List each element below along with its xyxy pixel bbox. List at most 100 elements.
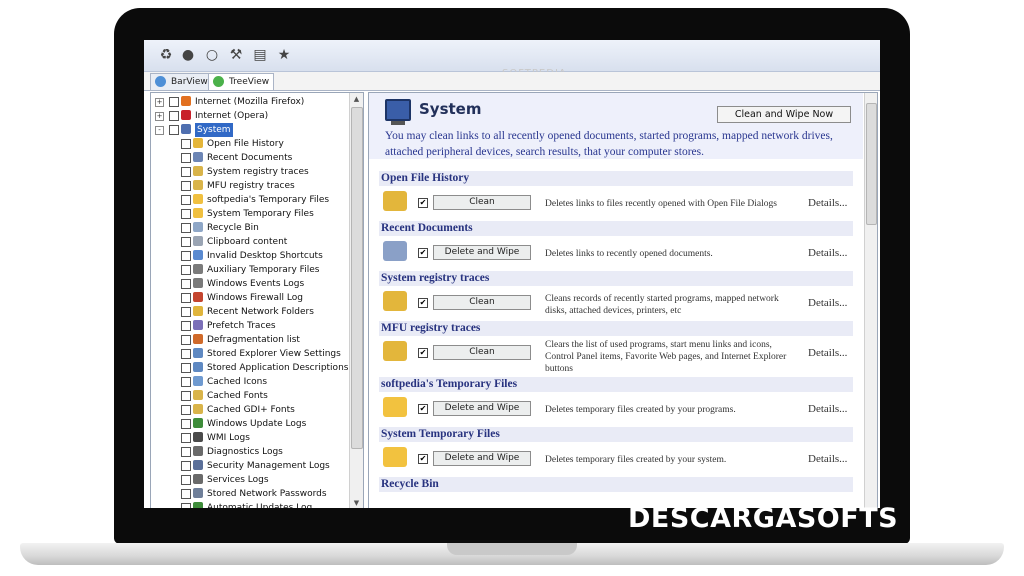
details-link[interactable]: Details...: [808, 297, 847, 309]
tree-checkbox[interactable]: [181, 475, 191, 485]
content-scrollbar[interactable]: [864, 93, 877, 508]
tree-checkbox[interactable]: [181, 139, 191, 149]
tree-item[interactable]: Windows Update Logs: [151, 417, 349, 431]
tree-item[interactable]: Services Logs: [151, 473, 349, 487]
tree-item[interactable]: Cached Icons: [151, 375, 349, 389]
tree-checkbox[interactable]: [181, 461, 191, 471]
tree-item[interactable]: Recycle Bin: [151, 221, 349, 235]
lightbulb-icon[interactable]: ●: [178, 45, 198, 65]
cleaner-section: softpedia's Temporary Files ✔ Delete and W…: [379, 377, 853, 427]
tree-item[interactable]: Windows Events Logs: [151, 277, 349, 291]
section-checkbox[interactable]: ✔: [418, 198, 428, 208]
tree-checkbox[interactable]: [181, 237, 191, 247]
tree-item[interactable]: Clipboard content: [151, 235, 349, 249]
tree-checkbox[interactable]: [181, 363, 191, 373]
section-action-button[interactable]: Delete and Wipe: [433, 451, 531, 466]
section-action-button[interactable]: Clean: [433, 195, 531, 210]
tree-checkbox[interactable]: [181, 335, 191, 345]
tree-item[interactable]: Stored Explorer View Settings: [151, 347, 349, 361]
document-icon[interactable]: ▤: [250, 45, 270, 65]
tree-checkbox[interactable]: [181, 321, 191, 331]
tree-item[interactable]: Invalid Desktop Shortcuts: [151, 249, 349, 263]
tree-checkbox[interactable]: [169, 125, 179, 135]
tree-checkbox[interactable]: [181, 447, 191, 457]
idea-icon[interactable]: ★: [274, 45, 294, 65]
scroll-up-arrow-icon[interactable]: ▲: [350, 93, 363, 105]
tree-checkbox[interactable]: [181, 195, 191, 205]
section-checkbox[interactable]: ✔: [418, 454, 428, 464]
tree-item[interactable]: Prefetch Traces: [151, 319, 349, 333]
details-link[interactable]: Details...: [808, 197, 847, 209]
tree-checkbox[interactable]: [181, 377, 191, 387]
details-link[interactable]: Details...: [808, 453, 847, 465]
clean-icon[interactable]: ♻: [156, 45, 176, 65]
tree-item[interactable]: softpedia's Temporary Files: [151, 193, 349, 207]
tree-item[interactable]: Windows Firewall Log: [151, 291, 349, 305]
tree-item[interactable]: Defragmentation list: [151, 333, 349, 347]
section-action-button[interactable]: Clean: [433, 295, 531, 310]
tree-item[interactable]: Automatic Updates Log: [151, 501, 349, 508]
tree-item[interactable]: System Temporary Files: [151, 207, 349, 221]
tree-checkbox[interactable]: [181, 293, 191, 303]
section-action-button[interactable]: Delete and Wipe: [433, 401, 531, 416]
section-action-button[interactable]: Clean: [433, 345, 531, 360]
tree-item[interactable]: Open File History: [151, 137, 349, 151]
tab-barview[interactable]: BarView: [150, 73, 213, 90]
tree-item[interactable]: + Internet (Opera): [151, 109, 349, 123]
expander-icon[interactable]: +: [155, 98, 164, 107]
tree-item[interactable]: System registry traces: [151, 165, 349, 179]
tree-checkbox[interactable]: [181, 167, 191, 177]
tree-checkbox[interactable]: [181, 223, 191, 233]
tab-treeview[interactable]: TreeView: [208, 73, 275, 90]
tree-item[interactable]: Recent Network Folders: [151, 305, 349, 319]
tree-item[interactable]: Stored Application Descriptions: [151, 361, 349, 375]
section-checkbox[interactable]: ✔: [418, 404, 428, 414]
scroll-thumb[interactable]: [866, 103, 877, 225]
tree-checkbox[interactable]: [181, 349, 191, 359]
tree-checkbox[interactable]: [181, 405, 191, 415]
page-description: You may clean links to all recently open…: [385, 130, 833, 158]
tree-checkbox[interactable]: [169, 111, 179, 121]
clean-and-wipe-now-button[interactable]: Clean and Wipe Now: [717, 106, 851, 123]
tools-icon[interactable]: ⚒: [226, 45, 246, 65]
tree-checkbox[interactable]: [181, 307, 191, 317]
tree-item[interactable]: Diagnostics Logs: [151, 445, 349, 459]
tree-item[interactable]: WMI Logs: [151, 431, 349, 445]
tree-checkbox[interactable]: [181, 209, 191, 219]
tree-checkbox[interactable]: [181, 489, 191, 499]
scroll-down-arrow-icon[interactable]: ▼: [350, 497, 363, 508]
tree-item[interactable]: Cached Fonts: [151, 389, 349, 403]
tree-checkbox[interactable]: [181, 279, 191, 289]
tree-checkbox[interactable]: [181, 391, 191, 401]
tree-item[interactable]: + Internet (Mozilla Firefox): [151, 95, 349, 109]
tree-item[interactable]: Security Management Logs: [151, 459, 349, 473]
tree-checkbox[interactable]: [169, 97, 179, 107]
expander-icon[interactable]: -: [155, 126, 164, 135]
tree-checkbox[interactable]: [181, 265, 191, 275]
tree-item[interactable]: Cached GDI+ Fonts: [151, 403, 349, 417]
tree-item-label: softpedia's Temporary Files: [207, 195, 330, 205]
tree-item[interactable]: MFU registry traces: [151, 179, 349, 193]
expander-icon[interactable]: +: [155, 112, 164, 121]
details-link[interactable]: Details...: [808, 347, 847, 359]
tree-checkbox[interactable]: [181, 503, 191, 508]
section-checkbox[interactable]: ✔: [418, 248, 428, 258]
lightbulb-icon[interactable]: ○: [202, 45, 222, 65]
scroll-thumb[interactable]: [351, 107, 363, 449]
tree-checkbox[interactable]: [181, 251, 191, 261]
tree-checkbox[interactable]: [181, 153, 191, 163]
tree-item[interactable]: Auxiliary Temporary Files: [151, 263, 349, 277]
tree-checkbox[interactable]: [181, 419, 191, 429]
tree-item[interactable]: Recent Documents: [151, 151, 349, 165]
tree-checkbox[interactable]: [181, 433, 191, 443]
section-checkbox[interactable]: ✔: [418, 348, 428, 358]
section-checkbox[interactable]: ✔: [418, 298, 428, 308]
tree-checkbox[interactable]: [181, 181, 191, 191]
tree-item[interactable]: Stored Network Passwords: [151, 487, 349, 501]
tree-item[interactable]: - System: [151, 123, 349, 137]
tree-scrollbar[interactable]: ▲ ▼: [349, 93, 363, 508]
details-link[interactable]: Details...: [808, 403, 847, 415]
section-action-button[interactable]: Delete and Wipe: [433, 245, 531, 260]
details-link[interactable]: Details...: [808, 247, 847, 259]
item-icon: [193, 180, 203, 190]
